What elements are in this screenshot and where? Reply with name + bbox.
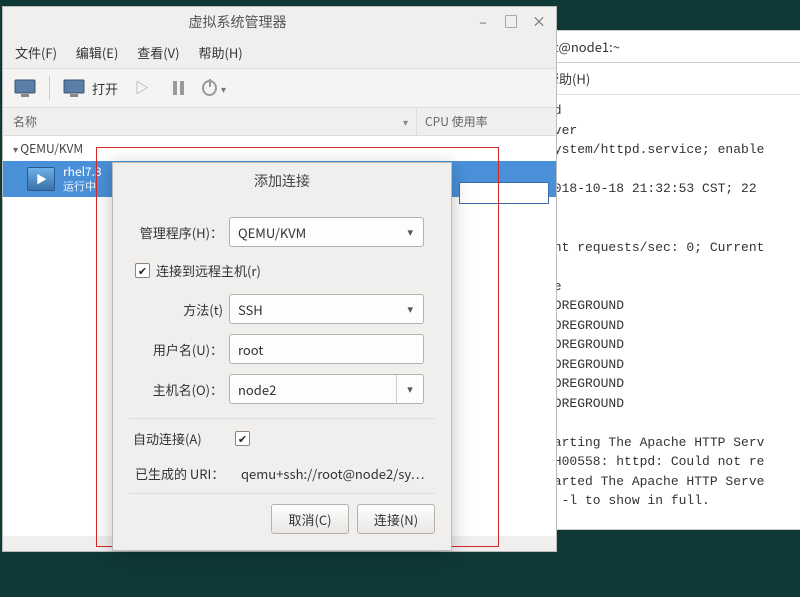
toolbar-separator [49,76,50,100]
pause-icon[interactable] [166,77,190,99]
terminal-window: ot@node1:~ 帮助(H) od rver system/httpd.se… [535,30,800,530]
remote-checkbox[interactable]: ✔ [135,263,150,278]
new-vm-icon[interactable] [13,77,37,99]
menu-view[interactable]: 查看(V) [137,43,179,62]
autoconnect-label: 自动连接(A) [129,429,235,448]
menu-help[interactable]: 帮助(H) [198,43,242,62]
autoconnect-checkbox[interactable]: ✔ [235,431,250,446]
terminal-body: od rver system/httpd.service; enable 201… [536,95,800,517]
maximize-button[interactable]: □ [502,13,520,31]
connect-button[interactable]: 连接(N) [357,504,435,534]
hostname-label: 主机名(O)： [129,380,229,399]
titlebar[interactable]: 虚拟系统管理器 – □ × [3,7,556,37]
method-combo[interactable]: SSH [229,294,424,324]
vm-running-icon [27,167,55,191]
minimize-button[interactable]: – [474,13,492,31]
column-headers: 名称 ▾ CPU 使用率 [3,108,556,136]
column-cpu[interactable]: CPU 使用率 [416,108,556,135]
hypervisor-combo[interactable]: QEMU/KVM [229,217,424,247]
selection-highlight [459,182,549,204]
hostname-value[interactable]: node2 [230,375,397,403]
close-button[interactable]: × [530,13,548,31]
open-label: 打开 [92,79,118,98]
vm-state: 运行中 [63,180,102,193]
window-title: 虚拟系统管理器 [11,12,464,32]
hypervisor-label: 管理程序(H)： [129,223,229,242]
dialog-title: 添加连接 [113,163,451,199]
menubar: 文件(F) 编辑(E) 查看(V) 帮助(H) [3,37,556,68]
run-icon[interactable]: ▷ [130,77,154,99]
hostname-dropdown-icon[interactable]: ▾ [397,381,423,397]
toolbar: 打开 ▷ ▾ [3,68,556,108]
menu-file[interactable]: 文件(F) [15,43,57,62]
terminal-menu-help[interactable]: 帮助(H) [536,63,800,95]
open-vm-button[interactable]: 打开 [62,78,118,98]
generated-uri-label: 已生成的 URI： [135,464,241,483]
shutdown-icon[interactable]: ▾ [202,77,226,99]
remote-label: 连接到远程主机(r) [156,261,261,280]
sort-arrow-icon: ▾ [403,114,408,129]
connection-row[interactable]: QEMU/KVM [3,136,556,161]
generated-uri-value: qemu+ssh://root@node2/sy… [241,464,435,483]
username-label: 用户名(U)： [129,340,229,359]
column-name[interactable]: 名称 ▾ [3,113,416,130]
add-connection-dialog: 添加连接 管理程序(H)： QEMU/KVM ✔ 连接到远程主机(r) 方法(t… [112,162,452,551]
cancel-button[interactable]: 取消(C) [271,504,349,534]
terminal-title: ot@node1:~ [536,31,800,63]
username-entry[interactable]: root [229,334,424,364]
method-label: 方法(t) [129,300,229,319]
hostname-combo-entry[interactable]: node2 ▾ [229,374,424,404]
menu-edit[interactable]: 编辑(E) [76,43,118,62]
